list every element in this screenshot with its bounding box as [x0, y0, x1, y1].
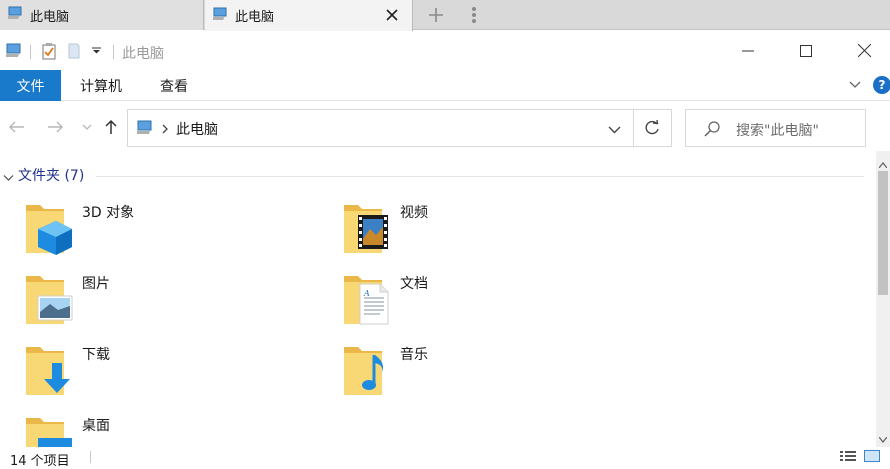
tab-strip: 此电脑 此电脑	[0, 0, 890, 31]
group-header-folders[interactable]: 文件夹 (7)	[0, 165, 84, 185]
folder-label: 音乐	[400, 347, 428, 363]
scrollbar-thumb[interactable]	[878, 171, 888, 295]
folder-label: 3D 对象	[82, 205, 135, 221]
address-history-dropdown-icon[interactable]	[608, 122, 621, 138]
search-icon	[704, 121, 720, 141]
divider	[633, 110, 634, 146]
refresh-icon[interactable]	[644, 119, 660, 140]
tab-this-pc-1[interactable]: 此电脑	[0, 0, 204, 30]
videos-folder-icon	[342, 199, 398, 261]
this-pc-icon	[135, 120, 155, 139]
help-icon[interactable]: ?	[873, 76, 890, 94]
documents-folder-icon: A	[342, 270, 398, 332]
search-placeholder: 搜索"此电脑"	[736, 123, 819, 139]
ribbon-tab-file[interactable]: 文件	[0, 70, 61, 101]
folder-item-documents[interactable]: A 文档	[342, 270, 642, 332]
expand-ribbon-chevron-icon[interactable]	[848, 78, 862, 92]
close-tab-icon[interactable]	[382, 5, 402, 25]
ribbon-tabs: 文件 计算机 查看 ?	[0, 70, 890, 101]
back-arrow-icon[interactable]	[8, 118, 26, 136]
recent-locations-chevron-icon[interactable]	[78, 118, 96, 136]
divider	[30, 45, 31, 59]
folder-item-desktop[interactable]: 桌面	[24, 412, 324, 447]
up-arrow-icon[interactable]	[102, 118, 120, 136]
breadcrumb-chevron-icon[interactable]	[162, 122, 169, 138]
item-count: 14 个项目	[10, 454, 70, 469]
forward-arrow-icon[interactable]	[46, 118, 64, 136]
ribbon-tab-computer[interactable]: 计算机	[80, 70, 122, 101]
pictures-folder-icon	[24, 270, 80, 332]
customize-toolbar-dropdown-icon[interactable]	[92, 46, 101, 54]
breadcrumb-this-pc[interactable]: 此电脑	[176, 119, 218, 139]
desktop-folder-icon	[24, 412, 80, 447]
folder-label: 视频	[400, 205, 428, 221]
tab-title: 此电脑	[235, 10, 275, 25]
group-header-label: 文件夹 (7)	[18, 168, 85, 184]
folder-item-downloads[interactable]: 下载	[24, 341, 324, 403]
tab-this-pc-2[interactable]: 此电脑	[205, 0, 413, 31]
scroll-up-arrow-icon[interactable]	[878, 156, 888, 172]
this-pc-icon	[6, 43, 24, 58]
properties-check-icon[interactable]	[42, 43, 57, 60]
maximize-button[interactable]	[777, 31, 835, 70]
title-bar: 此电脑	[0, 31, 890, 70]
this-pc-icon	[211, 7, 229, 25]
folder-item-music[interactable]: 音乐	[342, 341, 642, 403]
group-divider	[96, 176, 864, 177]
close-window-button[interactable]	[835, 31, 890, 70]
minimize-button[interactable]	[719, 31, 777, 70]
new-tab-plus-icon[interactable]	[424, 4, 448, 26]
divider	[90, 451, 91, 463]
details-view-icon[interactable]	[840, 450, 856, 462]
navigation-bar: 此电脑 搜索"此电脑"	[0, 102, 890, 150]
divider	[113, 45, 114, 59]
3d-objects-folder-icon	[24, 199, 80, 261]
vertical-scrollbar[interactable]	[876, 151, 890, 447]
downloads-folder-icon	[24, 341, 80, 403]
svg-text:A: A	[363, 289, 370, 298]
scroll-down-arrow-icon[interactable]	[878, 431, 888, 447]
folder-item-videos[interactable]: 视频	[342, 199, 642, 261]
folder-item-3d-objects[interactable]: 3D 对象	[24, 199, 324, 261]
large-icons-view-icon[interactable]	[864, 450, 880, 462]
window-title: 此电脑	[122, 46, 164, 62]
new-folder-icon[interactable]	[68, 43, 80, 59]
address-bar[interactable]: 此电脑	[127, 109, 672, 147]
more-options-icon[interactable]	[466, 4, 482, 26]
ribbon-tab-view[interactable]: 查看	[160, 70, 188, 101]
search-box[interactable]: 搜索"此电脑"	[685, 109, 866, 147]
tab-title: 此电脑	[30, 9, 70, 25]
file-list-area: 文件夹 (7) 3D 对象 视频 图片 A 文档 下载 音乐 桌面	[0, 151, 876, 447]
collapse-chevron-icon[interactable]	[3, 170, 14, 186]
folder-label: 文档	[400, 276, 428, 292]
folder-label: 下载	[82, 347, 110, 363]
music-folder-icon	[342, 341, 398, 403]
folder-label: 图片	[82, 276, 110, 292]
this-pc-icon	[6, 6, 24, 24]
status-bar: 14 个项目	[0, 447, 890, 469]
folder-label: 桌面	[82, 418, 110, 434]
folder-item-pictures[interactable]: 图片	[24, 270, 324, 332]
